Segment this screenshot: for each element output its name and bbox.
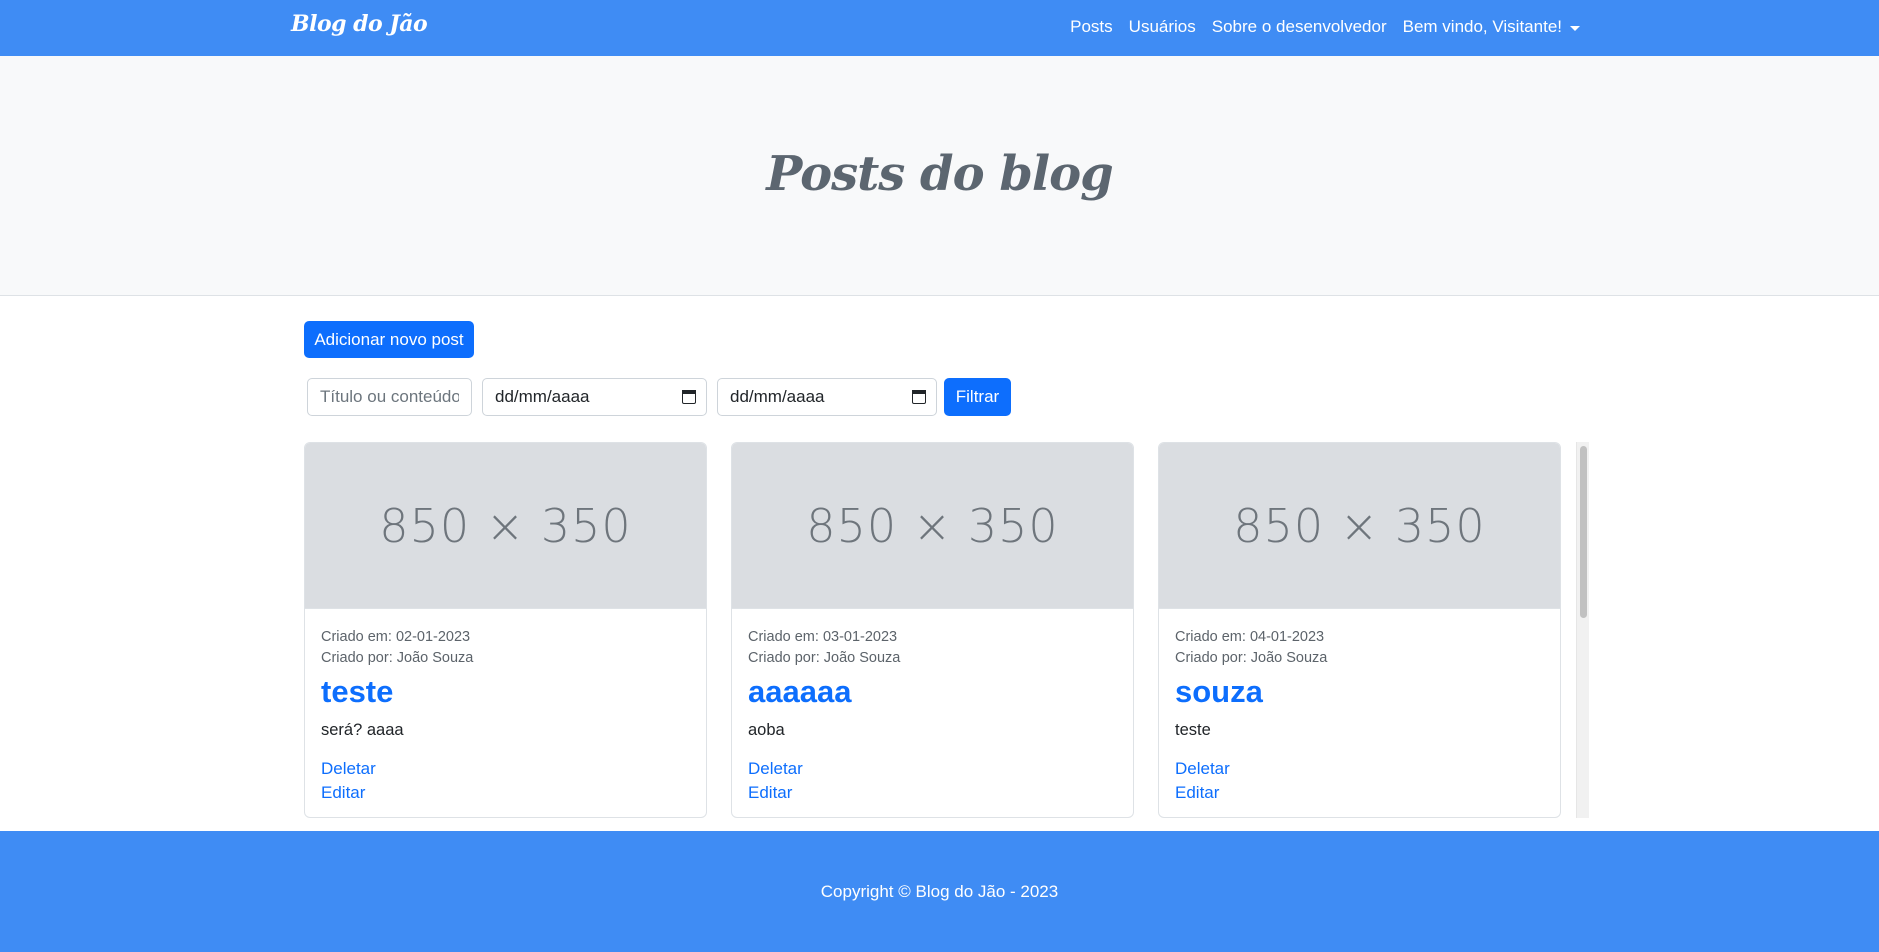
delete-post-link[interactable]: Deletar [321, 757, 690, 781]
date-from-input[interactable]: dd/mm/aaaa [482, 378, 707, 416]
post-title-link[interactable]: teste [321, 673, 690, 711]
edit-post-link[interactable]: Editar [1175, 781, 1544, 805]
post-card: 850 × 350 Criado em: 02-01-2023 Criado p… [304, 442, 707, 818]
date-from-value: dd/mm/aaaa [495, 387, 590, 406]
post-actions: Deletar Editar [321, 757, 690, 805]
edit-post-link[interactable]: Editar [321, 781, 690, 805]
filter-button[interactable]: Filtrar [944, 378, 1011, 416]
post-content: será? aaaa [321, 721, 404, 739]
post-image-placeholder: 850 × 350 [305, 443, 706, 609]
add-post-button[interactable]: Adicionar novo post [304, 321, 474, 358]
post-image-placeholder: 850 × 350 [1159, 443, 1560, 609]
date-to-value: dd/mm/aaaa [730, 387, 825, 406]
brand-logo[interactable]: Blog do Jão [291, 11, 428, 37]
post-author: Criado por: João Souza [1175, 650, 1328, 666]
calendar-icon[interactable] [912, 390, 926, 404]
date-to-input[interactable]: dd/mm/aaaa [717, 378, 937, 416]
search-input[interactable] [307, 378, 472, 416]
post-title-link[interactable]: aaaaaa [748, 673, 1117, 711]
hero-banner: Posts do blog [0, 56, 1879, 296]
top-navbar: Blog do Jão Posts Usuários Sobre o desen… [0, 0, 1879, 56]
footer-copyright: Copyright © Blog do Jão - 2023 [820, 882, 1059, 901]
post-created-at: Criado em: 03-01-2023 [748, 629, 898, 645]
edit-post-link[interactable]: Editar [748, 781, 1117, 805]
post-created-at: Criado em: 04-01-2023 [1175, 629, 1325, 645]
page-title: Posts do blog [766, 146, 1113, 202]
post-card-body: Criado em: 03-01-2023 Criado por: João S… [732, 609, 1133, 805]
nav-link-sobre[interactable]: Sobre o desenvolvedor [1212, 17, 1387, 37]
delete-post-link[interactable]: Deletar [1175, 757, 1544, 781]
nav-link-posts[interactable]: Posts [1070, 17, 1113, 37]
post-created-at: Criado em: 02-01-2023 [321, 629, 471, 645]
post-card-body: Criado em: 04-01-2023 Criado por: João S… [1159, 609, 1560, 805]
posts-scrollbar[interactable] [1576, 442, 1589, 818]
user-menu-dropdown[interactable]: Bem vindo, Visitante! [1403, 17, 1580, 37]
post-actions: Deletar Editar [748, 757, 1117, 805]
post-content: aoba [748, 721, 785, 739]
post-author: Criado por: João Souza [321, 650, 474, 666]
posts-list: 850 × 350 Criado em: 02-01-2023 Criado p… [304, 442, 1589, 819]
scrollbar-thumb[interactable] [1580, 446, 1587, 618]
post-title-link[interactable]: souza [1175, 673, 1544, 711]
post-author: Criado por: João Souza [748, 650, 901, 666]
user-menu-label: Bem vindo, Visitante! [1402, 17, 1562, 36]
post-content: teste [1175, 721, 1211, 739]
delete-post-link[interactable]: Deletar [748, 757, 1117, 781]
post-card: 850 × 350 Criado em: 03-01-2023 Criado p… [731, 442, 1134, 818]
post-card-body: Criado em: 02-01-2023 Criado por: João S… [305, 609, 706, 805]
post-image-placeholder: 850 × 350 [732, 443, 1133, 609]
calendar-icon[interactable] [682, 390, 696, 404]
post-actions: Deletar Editar [1175, 757, 1544, 805]
post-card: 850 × 350 Criado em: 04-01-2023 Criado p… [1158, 442, 1561, 818]
nav-link-usuarios[interactable]: Usuários [1129, 17, 1196, 37]
chevron-down-icon [1570, 25, 1580, 31]
nav-links: Posts Usuários Sobre o desenvolvedor Bem… [1054, 17, 1580, 37]
page-footer: Copyright © Blog do Jão - 2023 [0, 831, 1879, 952]
